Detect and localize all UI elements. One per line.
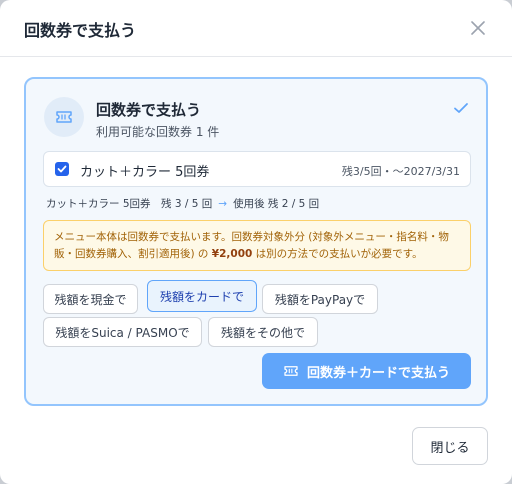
card-subtitle: 利用可能な回数券 1 件 [96,125,220,139]
pay-remaining-card-button[interactable]: 残額をカードで [147,280,257,312]
check-icon [454,103,468,113]
ticket-icon [44,97,84,137]
pay-remaining-cash-button[interactable]: 残額を現金で [43,284,138,314]
ticket-name: カット＋カラー 5回券 [80,165,210,180]
usage-summary: カット＋カラー 5回券 残 3 / 5 回 → 使用後 残 2 / 5 回 [46,196,319,211]
dialog-header: 回数券で支払う [0,0,512,57]
pay-remaining-suica-button[interactable]: 残額をSuica / PASMOで [43,317,202,347]
pay-remaining-paypay-button[interactable]: 残額をPayPayで [262,284,378,314]
ticket-option-row[interactable]: カット＋カラー 5回券 残3/5回・〜2027/3/31 [43,151,471,187]
ticket-remaining: 残3/5回・〜2027/3/31 [341,165,460,178]
usage-before: カット＋カラー 5回券 残 3 / 5 回 [46,198,213,210]
close-icon[interactable] [466,16,490,40]
pay-with-ticket-and-card-button[interactable]: 回数券＋カードで支払う [262,353,471,389]
usage-after: 使用後 残 2 / 5 回 [233,198,320,210]
ticket-icon [284,366,298,376]
pay-remaining-other-button[interactable]: 残額をその他で [208,317,318,347]
remaining-balance-notice: メニュー本体は回数券で支払います。回数券対象外分 (対象外メニュー・指名料・物販… [43,220,471,271]
notice-suffix: は別の方法での支払いが必要です。 [252,248,423,260]
close-icon-glyph [471,21,485,35]
ticket-payment-card[interactable]: 回数券で支払う 利用可能な回数券 1 件 カット＋カラー 5回券 残3/5回・〜… [24,77,488,406]
payment-dialog: 回数券で支払う 回数券で支払う 利用可能な回数券 1 件 カット＋カラー 5回券… [0,0,512,484]
submit-label: 回数券＋カードで支払う [306,365,450,381]
arrow-right-icon: → [218,198,228,210]
notice-amount: ¥2,000 [211,248,253,260]
card-title: 回数券で支払う [96,101,202,119]
checkbox-checked-icon[interactable] [55,162,69,176]
dialog-title: 回数券で支払う [24,21,137,40]
close-button[interactable]: 閉じる [412,427,488,465]
